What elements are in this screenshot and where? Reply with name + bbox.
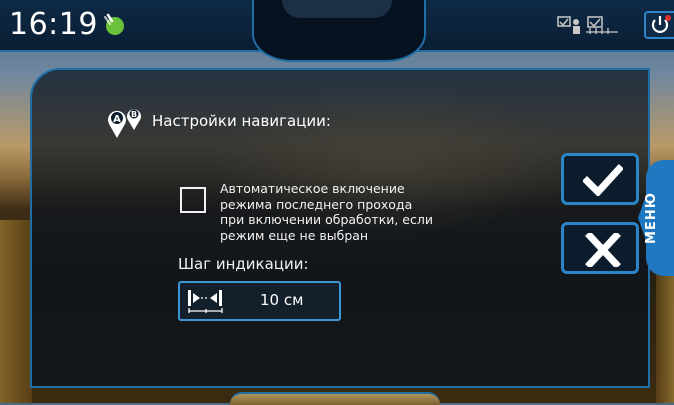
power-button-icon [651,15,671,33]
checkbox-label-line-3: при включении обработки, если [220,212,433,227]
spacing-width-icon [186,287,226,315]
confirm-button[interactable] [561,153,639,205]
checkbox-label-line-1: Автоматическое включение [220,181,405,196]
background-field-left [0,220,32,403]
status-indicators [556,14,622,36]
auto-last-pass-label: Автоматическое включение режима последне… [220,181,460,243]
power-button[interactable] [644,11,674,39]
close-icon [585,233,621,267]
svg-text:B: B [131,110,137,119]
clock-time: 16:19 [9,7,98,42]
top-notch-screen [282,0,392,18]
step-label: Шаг индикации: [178,255,309,273]
cancel-button[interactable] [561,222,639,274]
step-value: 10 см [260,291,304,309]
checkbox-label-line-4: режим еще не выбран [220,227,369,243]
gps-signal-icon [100,11,130,39]
bottom-notch-decor [230,392,440,405]
checkbox-label-line-2: режима последнего прохода [220,196,413,212]
auto-last-pass-checkbox[interactable] [180,187,206,213]
panel-title: Настройки навигации: [152,112,331,130]
ab-line-icon: A B [103,102,147,142]
side-menu-label: МЕНЮ [644,192,659,244]
svg-text:A: A [113,114,121,125]
checkmark-icon [583,164,623,196]
